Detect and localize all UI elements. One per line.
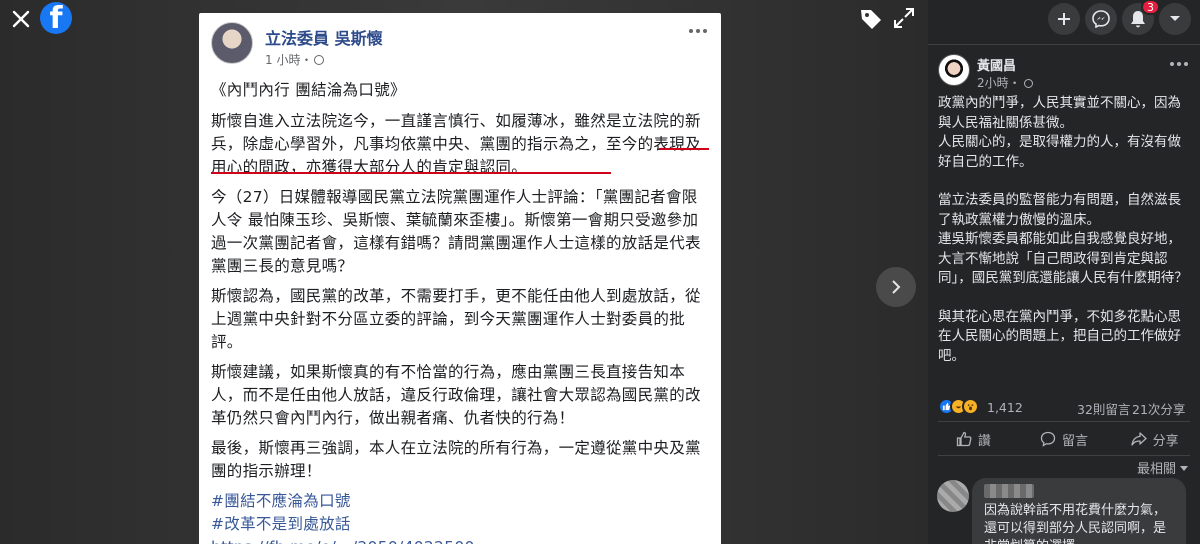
post-timestamp[interactable]: 2小時・ bbox=[977, 74, 1033, 91]
globe-icon bbox=[314, 55, 325, 65]
image-author-name: 立法委員 吳斯懷 bbox=[265, 29, 383, 48]
comment-button[interactable]: 留言 bbox=[1019, 424, 1110, 454]
messenger-icon[interactable] bbox=[1085, 3, 1117, 35]
photo-viewer: f 立法委員 吳斯懷 1 小時・ 《內鬥內行 團結淪為口號》 斯懷自進入立法院迄… bbox=[0, 0, 928, 544]
more-icon bbox=[689, 29, 707, 33]
comment-text: 因為說幹話不用花費什麼力氣，還可以得到部分人民認同啊，是非常划算的選擇 bbox=[984, 503, 1167, 544]
post-link: https://fb.me/e/.../2050/4022500 bbox=[211, 536, 713, 544]
divider bbox=[938, 455, 1190, 456]
hashtag: #團結不應淪為口號 bbox=[211, 492, 351, 510]
comment-bubble: 因為說幹話不用花費什麼力氣，還可以得到部分人民認同啊，是非常划算的選擇 bbox=[972, 478, 1186, 544]
image-paragraph: 最後，斯懷再三強調，本人在立法院的所有行為，一定遵從黨中央及黨團的指示辦理！ bbox=[211, 439, 701, 480]
post-paragraph: 與其花心思在黨內鬥爭，不如多花點心思在人民關心的問題上，把自己的工作做好吧。 bbox=[938, 308, 1181, 364]
author-avatar[interactable] bbox=[938, 54, 970, 86]
reaction-count[interactable]: 1,412 bbox=[987, 400, 1023, 415]
highlight-underline bbox=[211, 172, 611, 174]
highlight-underline bbox=[659, 148, 709, 150]
post-paragraph: 連吳斯懷委員都能如此自我感覺良好地，大言不慚地說「自己問政得到肯定與認同」，國民… bbox=[938, 231, 1188, 286]
sort-label: 最相關 bbox=[1136, 462, 1176, 477]
comment-sort-dropdown[interactable]: 最相關 bbox=[1137, 458, 1188, 477]
like-label: 讚 bbox=[977, 433, 991, 449]
post-paragraph: 人民關心的，是取得權力的人，有沒有做好自己的工作。 bbox=[938, 134, 1181, 170]
image-paragraph: 斯懷建議，如果斯懷真的有不恰當的行為，應由黨團三長直接告知本人，而不是任由他人放… bbox=[211, 363, 701, 427]
notification-badge: 3 bbox=[1141, 0, 1160, 15]
hashtag: #改革不是到處放話 bbox=[211, 515, 351, 533]
divider bbox=[938, 421, 1190, 422]
tag-icon[interactable] bbox=[858, 6, 886, 34]
post-options-icon[interactable] bbox=[1170, 62, 1188, 66]
share-label: 分享 bbox=[1152, 433, 1179, 449]
post-paragraph: 政黨內的鬥爭，人民其實並不關心，因為與人民福祉關係甚微。 bbox=[938, 95, 1181, 131]
reaction-icons[interactable] bbox=[938, 398, 979, 415]
post-text: 政黨內的鬥爭，人民其實並不關心，因為與人民福祉關係甚微。 人民關心的，是取得權力… bbox=[938, 94, 1194, 366]
wow-reaction-icon bbox=[962, 398, 979, 415]
create-icon[interactable] bbox=[1048, 3, 1080, 35]
notifications-icon[interactable]: 3 bbox=[1122, 0, 1160, 35]
account-menu-icon[interactable] bbox=[1159, 3, 1191, 35]
image-post-time: 1 小時・ bbox=[265, 51, 325, 68]
expand-icon[interactable] bbox=[892, 6, 920, 34]
author-name[interactable]: 黃國昌 bbox=[977, 55, 1016, 74]
top-navigation-icons: 3 bbox=[928, 0, 1200, 44]
divider bbox=[928, 44, 1200, 45]
image-paragraph: 斯懷自進入立法院迄今，一直謹言慎行、如履薄冰，雖然是立法院的新兵，除虛心學習外，… bbox=[211, 112, 701, 176]
like-icon bbox=[956, 431, 972, 447]
post-paragraph: 當立法委員的監督能力有問題，自然滋長了執政黨權力傲慢的溫床。 bbox=[938, 192, 1181, 228]
post-image: 立法委員 吳斯懷 1 小時・ 《內鬥內行 團結淪為口號》 斯懷自進入立法院迄今，… bbox=[199, 13, 721, 544]
share-icon bbox=[1131, 432, 1147, 446]
next-photo-button[interactable] bbox=[876, 267, 916, 307]
comment-label: 留言 bbox=[1062, 433, 1089, 449]
image-paragraph: 斯懷認為，國民黨的改革，不需要打手，更不能任由他人到處放話，從上週黨中央針對不分… bbox=[211, 287, 701, 351]
image-post-body: 《內鬥內行 團結淪為口號》 斯懷自進入立法院迄今，一直謹言慎行、如履薄冰，雖然是… bbox=[211, 79, 713, 544]
reactions-summary: 1,412 32則留言 21次分享 bbox=[938, 396, 1192, 418]
comment-count[interactable]: 32則留言 bbox=[1077, 399, 1130, 418]
image-paragraph: 今（27）日媒體報導國民黨立法院黨團運作人士評論：「黨團記者會限人令 最怕陳玉珍… bbox=[211, 188, 701, 275]
avatar bbox=[211, 22, 253, 64]
post-details-panel: 3 黃國昌 2小時・ 政黨內的鬥爭，人民其實並不關心，因為與人民福祉關係甚微。 … bbox=[928, 0, 1200, 544]
comment-icon bbox=[1040, 431, 1056, 447]
globe-icon bbox=[1023, 79, 1033, 88]
share-button[interactable]: 分享 bbox=[1109, 424, 1200, 454]
post-actions: 讚 留言 分享 bbox=[928, 424, 1200, 454]
image-paragraph: 《內鬥內行 團結淪為口號》 bbox=[211, 81, 406, 99]
like-button[interactable]: 讚 bbox=[928, 424, 1019, 454]
share-count[interactable]: 21次分享 bbox=[1132, 399, 1185, 418]
close-icon[interactable] bbox=[6, 4, 36, 34]
facebook-logo-icon[interactable]: f bbox=[40, 2, 72, 34]
chevron-down-icon bbox=[1180, 466, 1188, 471]
commenter-name-redacted[interactable] bbox=[984, 484, 1034, 498]
commenter-avatar[interactable] bbox=[937, 480, 969, 512]
